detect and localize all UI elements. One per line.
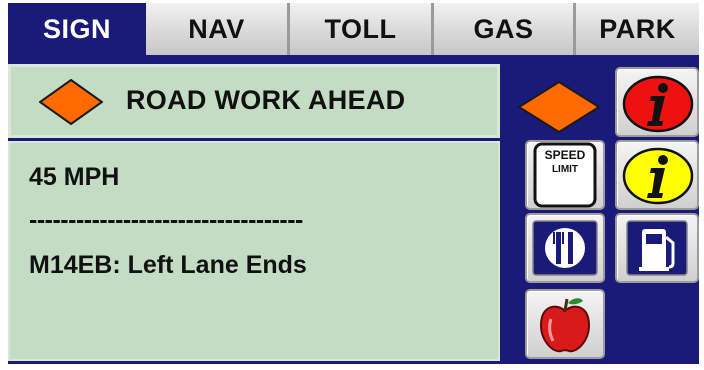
tab-gas[interactable]: GAS bbox=[434, 3, 576, 55]
tab-toll[interactable]: TOLL bbox=[290, 3, 434, 55]
tab-sign[interactable]: SIGN bbox=[8, 3, 146, 55]
sign-message-panel: 45 MPH ---------------------------------… bbox=[8, 141, 500, 361]
restaurant-icon bbox=[532, 220, 598, 276]
tab-gas-label: GAS bbox=[473, 13, 534, 44]
sign-display-screen: SIGN NAV TOLL GAS PARK ROAD WORK AHEAD 4… bbox=[8, 3, 699, 364]
speed-limit-text-line2: LIMIT bbox=[552, 164, 578, 175]
speed-limit-text-line1: SPEED bbox=[545, 148, 586, 162]
gas-pump-icon bbox=[626, 220, 688, 276]
tab-nav-label: NAV bbox=[188, 13, 245, 44]
road-work-diamond-icon[interactable] bbox=[518, 81, 600, 133]
sign-title: ROAD WORK AHEAD bbox=[126, 85, 406, 115]
tab-toll-label: TOLL bbox=[324, 13, 397, 44]
yellow-info-button[interactable] bbox=[615, 140, 699, 210]
red-info-icon bbox=[622, 75, 694, 133]
red-info-button[interactable] bbox=[615, 67, 699, 137]
apple-icon bbox=[539, 298, 591, 353]
tab-park-label: PARK bbox=[599, 13, 676, 44]
tab-nav[interactable]: NAV bbox=[146, 3, 290, 55]
apple-button[interactable] bbox=[525, 289, 605, 359]
yellow-info-icon bbox=[622, 147, 694, 205]
speed-limit-sign-icon: SPEED LIMIT bbox=[533, 142, 597, 208]
message-separator: ----------------------------------- bbox=[29, 206, 303, 234]
speed-message: 45 MPH bbox=[29, 163, 120, 191]
road-work-diamond-icon bbox=[39, 79, 103, 125]
lane-message: M14EB: Left Lane Ends bbox=[29, 251, 307, 279]
sign-header-panel: ROAD WORK AHEAD bbox=[8, 64, 500, 138]
restaurant-button[interactable] bbox=[525, 213, 605, 283]
tab-sign-label: SIGN bbox=[42, 13, 111, 44]
tab-park[interactable]: PARK bbox=[576, 3, 699, 55]
gas-pump-button[interactable] bbox=[615, 213, 699, 283]
speed-limit-button[interactable]: SPEED LIMIT bbox=[525, 140, 605, 210]
